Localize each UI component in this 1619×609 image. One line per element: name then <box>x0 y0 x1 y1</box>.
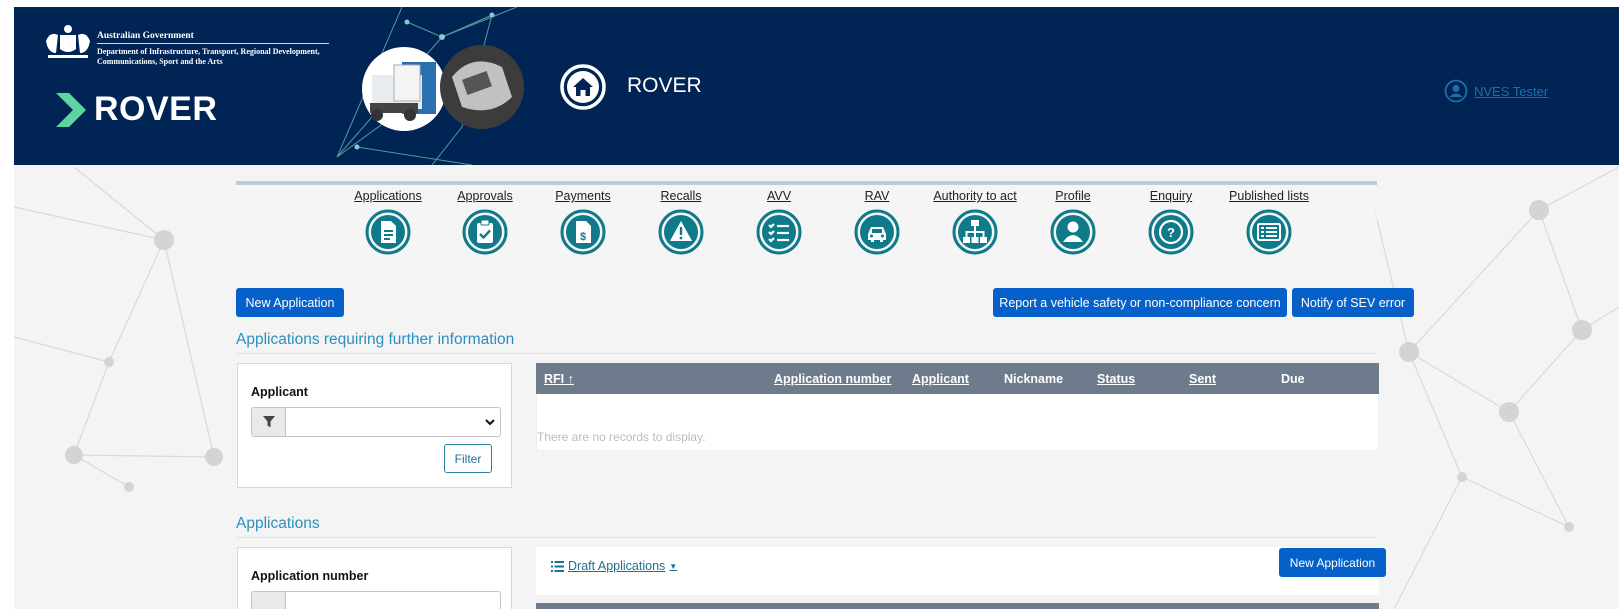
user-name-link[interactable]: NVES Tester <box>1474 84 1548 99</box>
column-due: Due <box>1281 372 1305 386</box>
question-icon[interactable]: ? <box>1148 209 1194 255</box>
home-button[interactable] <box>559 63 607 111</box>
applications-toolbar: Draft Applications ▼ <box>536 547 1379 595</box>
coat-of-arms-icon <box>46 25 90 58</box>
nav-item-authority-to-act[interactable]: Authority to act <box>920 189 1030 255</box>
nav-label[interactable]: Published lists <box>1214 189 1324 203</box>
rfi-section-title: Applications requiring further informati… <box>236 331 515 348</box>
nav-item-recalls[interactable]: Recalls <box>626 189 736 255</box>
app-title: ROVER <box>627 74 702 97</box>
application-number-field[interactable] <box>286 592 500 609</box>
document-icon[interactable] <box>365 209 411 255</box>
clipboard-check-icon[interactable] <box>462 209 508 255</box>
filter-button[interactable]: Filter <box>444 444 492 473</box>
nav-label[interactable]: Profile <box>1018 189 1128 203</box>
nav-label[interactable]: RAV <box>822 189 932 203</box>
checklist-icon[interactable] <box>756 209 802 255</box>
nav-item-published-lists[interactable]: Published lists <box>1214 189 1324 255</box>
nav-item-applications[interactable]: Applications <box>333 189 443 255</box>
nav-label[interactable]: Approvals <box>430 189 540 203</box>
rover-chevron-icon <box>56 93 86 127</box>
applications-section-title: Applications <box>236 515 320 532</box>
user-circle-icon <box>1444 79 1468 103</box>
new-application-button-secondary[interactable]: New Application <box>1279 548 1386 577</box>
department-name: Department of Infrastructure, Transport,… <box>97 47 320 66</box>
nav-label[interactable]: Enquiry <box>1116 189 1226 203</box>
applicant-select-field[interactable] <box>286 408 480 436</box>
svg-text:$: $ <box>580 231 586 243</box>
application-number-input[interactable] <box>251 591 501 609</box>
empty-message: There are no records to display. <box>537 430 706 444</box>
column-applicant[interactable]: Applicant <box>912 372 969 386</box>
draft-applications-label[interactable]: Draft Applications <box>568 559 665 573</box>
nav-label[interactable]: Payments <box>528 189 638 203</box>
column-application-number[interactable]: Application number <box>774 372 891 386</box>
column-nickname: Nickname <box>1004 372 1064 386</box>
applications-filter-panel: Application number <box>237 547 512 609</box>
svg-text:?: ? <box>1167 225 1175 240</box>
column-sent[interactable]: Sent <box>1189 372 1216 386</box>
nav-item-avv[interactable]: AVV <box>724 189 834 255</box>
site-header: Australian Government Department of Infr… <box>14 7 1619 165</box>
org-chart-icon[interactable] <box>952 209 998 255</box>
notify-sev-error-button[interactable]: Notify of SEV error <box>1292 288 1414 317</box>
warning-icon[interactable] <box>658 209 704 255</box>
person-icon[interactable] <box>1050 209 1096 255</box>
nav-label[interactable]: Applications <box>333 189 443 203</box>
report-concern-button[interactable]: Report a vehicle safety or non-complianc… <box>993 288 1287 317</box>
new-application-button[interactable]: New Application <box>236 288 344 317</box>
dollar-document-icon[interactable]: $ <box>560 209 606 255</box>
car-icon[interactable] <box>854 209 900 255</box>
main-nav: Applications Approvals Payments $ Recall… <box>236 185 1377 255</box>
user-menu[interactable]: NVES Tester <box>1444 79 1548 103</box>
nav-label[interactable]: AVV <box>724 189 834 203</box>
nav-item-enquiry[interactable]: Enquiry ? <box>1116 189 1226 255</box>
nav-label[interactable]: Recalls <box>626 189 736 203</box>
filter-icon <box>252 408 286 436</box>
section-divider <box>236 537 1377 538</box>
header-photo-collage <box>336 7 524 165</box>
nav-item-profile[interactable]: Profile <box>1018 189 1128 255</box>
column-rfi[interactable]: RFI ↑ <box>544 372 574 386</box>
nav-item-rav[interactable]: RAV <box>822 189 932 255</box>
list-icon <box>551 560 564 572</box>
applications-table-header <box>536 603 1379 609</box>
rfi-filter-panel: Applicant Filter <box>237 363 512 488</box>
gov-title: Australian Government <box>97 31 194 41</box>
rfi-table-header: RFI ↑ Application number Applicant Nickn… <box>536 363 1379 394</box>
applicant-label: Applicant <box>251 385 308 399</box>
nav-label[interactable]: Authority to act <box>920 189 1030 203</box>
column-status[interactable]: Status <box>1097 372 1135 386</box>
application-number-label: Application number <box>251 569 369 583</box>
chevron-down-icon <box>485 419 495 426</box>
nav-item-approvals[interactable]: Approvals <box>430 189 540 255</box>
section-divider <box>236 353 1377 354</box>
draft-applications-dropdown[interactable]: Draft Applications ▼ <box>551 559 677 573</box>
rfi-table-body: There are no records to display. <box>536 394 1379 451</box>
caret-down-icon: ▼ <box>669 561 678 571</box>
arrow-up-icon: ↑ <box>567 372 574 386</box>
applicant-select[interactable] <box>251 407 501 437</box>
main-content: Applications Approvals Payments $ Recall… <box>236 181 1414 609</box>
filter-icon <box>252 592 286 609</box>
rover-logo: ROVER <box>94 90 218 128</box>
nav-item-payments[interactable]: Payments $ <box>528 189 638 255</box>
list-icon[interactable] <box>1246 209 1292 255</box>
gov-divider <box>97 43 329 44</box>
app-frame: Australian Government Department of Infr… <box>14 7 1619 609</box>
